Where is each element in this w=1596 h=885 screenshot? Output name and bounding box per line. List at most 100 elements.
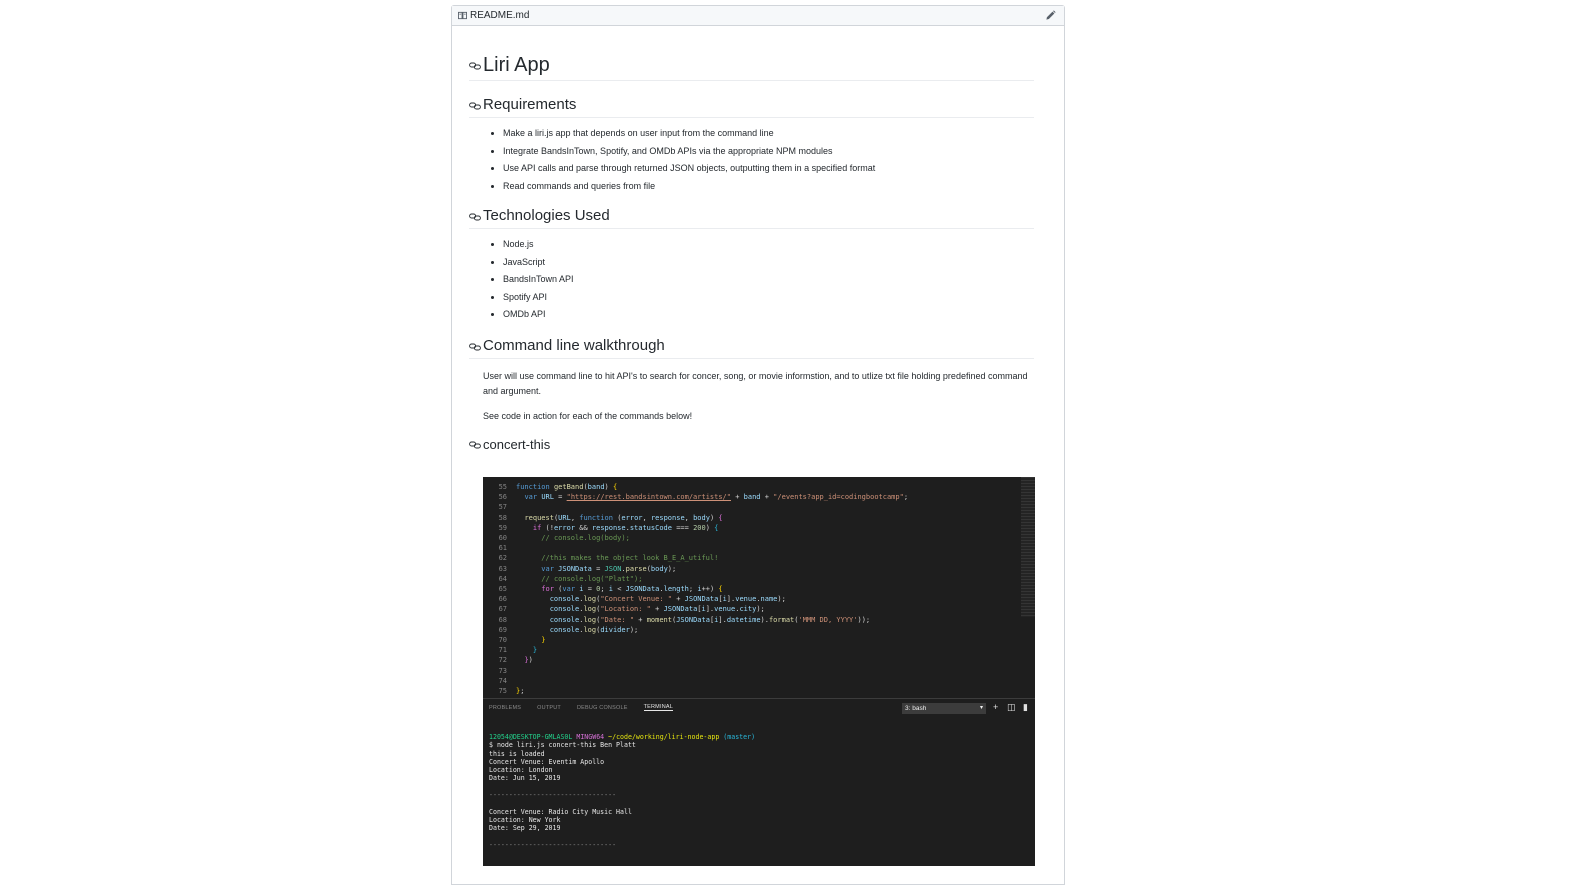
line-number: 71 <box>498 646 507 655</box>
code-line: } <box>541 636 546 645</box>
line-number: 60 <box>498 534 507 543</box>
list-item: BandsInTown API <box>503 271 1034 289</box>
terminal-line: Date: Sep 29, 2019 <box>489 824 561 833</box>
line-number: 68 <box>498 615 507 624</box>
tab-terminal[interactable]: TERMINAL <box>643 704 673 711</box>
line-number: 70 <box>498 636 507 645</box>
prompt-path: ~/code/working/liri-node-app <box>608 733 720 741</box>
code-editor: 55 56 57 58 59 60 61 62 63 64 65 66 67 6… <box>483 477 1035 698</box>
terminal-blank <box>489 799 755 807</box>
terminal-line: this is loaded <box>489 749 545 758</box>
tab-problems[interactable]: PROBLEMS <box>489 705 521 711</box>
code-line: } <box>532 646 538 655</box>
line-number-gutter: 55 56 57 58 59 60 61 62 63 64 65 66 67 6… <box>483 482 507 696</box>
terminal-blank <box>489 783 755 791</box>
list-item: JavaScript <box>503 254 1034 272</box>
terminal-shell-select[interactable]: 3: bash ▾ <box>902 703 986 714</box>
code-line: console.log("Location: " + JSONData[i].v… <box>549 605 765 614</box>
walkthrough-heading: Command line walkthrough <box>469 336 1034 359</box>
line-number: 74 <box>498 676 507 685</box>
requirements-list: Make a liri.js app that depends on user … <box>469 125 1034 195</box>
line-number: 61 <box>498 544 507 553</box>
code-line: }; <box>516 687 525 696</box>
code-line: console.log("Concert Venue: " + JSONData… <box>549 595 786 604</box>
terminal-divider: -------------------------------- <box>489 791 617 800</box>
book-icon <box>458 11 467 20</box>
walkthrough-description: User will use command line to hit API's … <box>483 370 1028 396</box>
readme-header: README.md <box>452 6 1064 26</box>
line-number: 73 <box>498 666 507 675</box>
line-number: 63 <box>498 564 507 573</box>
terminal-line: Concert Venue: Radio City Music Hall <box>489 807 632 816</box>
technologies-list: Node.js JavaScript BandsInTown API Spoti… <box>469 236 1034 324</box>
title-text: Liri App <box>483 54 550 76</box>
list-item: Node.js <box>503 236 1034 254</box>
readme-filename: README.md <box>470 10 530 21</box>
prompt-env: MINGW64 <box>576 733 605 741</box>
terminal-line: Date: Jun 15, 2019 <box>489 774 561 783</box>
edit-pencil-icon[interactable] <box>1045 10 1056 21</box>
readme-title: Liri App <box>469 52 1034 81</box>
line-number: 75 <box>498 687 507 696</box>
code-line: var URL = "https://rest.bandsintown.com/… <box>524 493 909 502</box>
line-number: 72 <box>498 656 507 665</box>
code-line: console.log("Date: " + moment(JSONData[i… <box>549 615 871 624</box>
prompt-user: 12054@DESKTOP-GMLAS0L <box>489 733 573 741</box>
code-line: // console.log(body); <box>541 534 630 543</box>
code-line: //this makes the object look B_E_A_utifu… <box>541 554 719 563</box>
terminal-line: Location: New York <box>489 815 561 824</box>
trash-icon[interactable]: ▮ <box>1023 702 1028 713</box>
code-line: var JSONData = JSON.parse(body); <box>541 564 677 573</box>
terminal-line: Concert Venue: Eventim Apollo <box>489 757 605 766</box>
line-number: 55 <box>498 483 507 491</box>
readme-content: Liri App Requirements Make a liri.js app… <box>469 26 1034 453</box>
list-item: Read commands and queries from file <box>503 178 1034 196</box>
minimap[interactable] <box>1021 477 1035 617</box>
technologies-heading-text: Technologies Used <box>483 207 610 224</box>
technologies-heading: Technologies Used <box>469 206 1034 229</box>
list-item: Integrate BandsInTown, Spotify, and OMDb… <box>503 143 1034 161</box>
list-item: OMDb API <box>503 306 1034 324</box>
list-item: Make a liri.js app that depends on user … <box>503 125 1034 143</box>
link-anchor-icon[interactable] <box>469 441 481 449</box>
prompt-branch: (master) <box>723 733 756 741</box>
link-anchor-icon[interactable] <box>469 343 481 351</box>
code-line: request(URL, function (error, response, … <box>524 513 723 522</box>
concert-this-heading-text: concert-this <box>483 436 551 452</box>
code-line: // console.log("Platt"); <box>541 574 643 583</box>
line-number: 59 <box>498 523 507 532</box>
line-number: 66 <box>498 595 507 604</box>
line-number: 69 <box>498 625 507 634</box>
list-item: Spotify API <box>503 289 1034 307</box>
terminal-line: Location: London <box>489 766 553 775</box>
requirements-heading: Requirements <box>469 95 1034 118</box>
walkthrough-note: See code in action for each of the comma… <box>483 410 693 421</box>
tab-output[interactable]: OUTPUT <box>537 705 561 711</box>
tab-debug-console[interactable]: DEBUG CONSOLE <box>577 705 628 711</box>
code-line: }) <box>524 656 533 665</box>
line-number: 57 <box>498 503 507 512</box>
code-line: function getBand(band) { <box>516 483 618 491</box>
line-number: 65 <box>498 585 507 594</box>
split-terminal-icon[interactable]: ◫ <box>1007 702 1016 713</box>
line-number: 56 <box>498 493 507 502</box>
terminal-command: $ node liri.js concert-this Ben Platt <box>489 741 636 750</box>
code-line: if (!error && response.statusCode === 20… <box>532 523 719 532</box>
terminal-output[interactable]: 12054@DESKTOP-GMLAS0L MINGW64 ~/code/wor… <box>489 733 755 849</box>
link-anchor-icon[interactable] <box>469 213 481 221</box>
readme-file-label: README.md <box>458 10 529 21</box>
shell-select-value: 3: bash <box>905 705 927 712</box>
panel-tab-bar: PROBLEMS OUTPUT DEBUG CONSOLE TERMINAL 3… <box>483 698 1035 716</box>
requirements-heading-text: Requirements <box>483 96 577 113</box>
terminal-prompt-line: 12054@DESKTOP-GMLAS0L MINGW64 ~/code/wor… <box>489 733 755 741</box>
line-number: 62 <box>498 554 507 563</box>
link-anchor-icon[interactable] <box>469 102 481 110</box>
line-number: 67 <box>498 605 507 614</box>
terminal-blank <box>489 833 755 841</box>
plus-icon[interactable]: + <box>993 702 998 713</box>
vscode-screenshot: 55 56 57 58 59 60 61 62 63 64 65 66 67 6… <box>483 477 1035 866</box>
link-anchor-icon[interactable] <box>469 62 481 70</box>
